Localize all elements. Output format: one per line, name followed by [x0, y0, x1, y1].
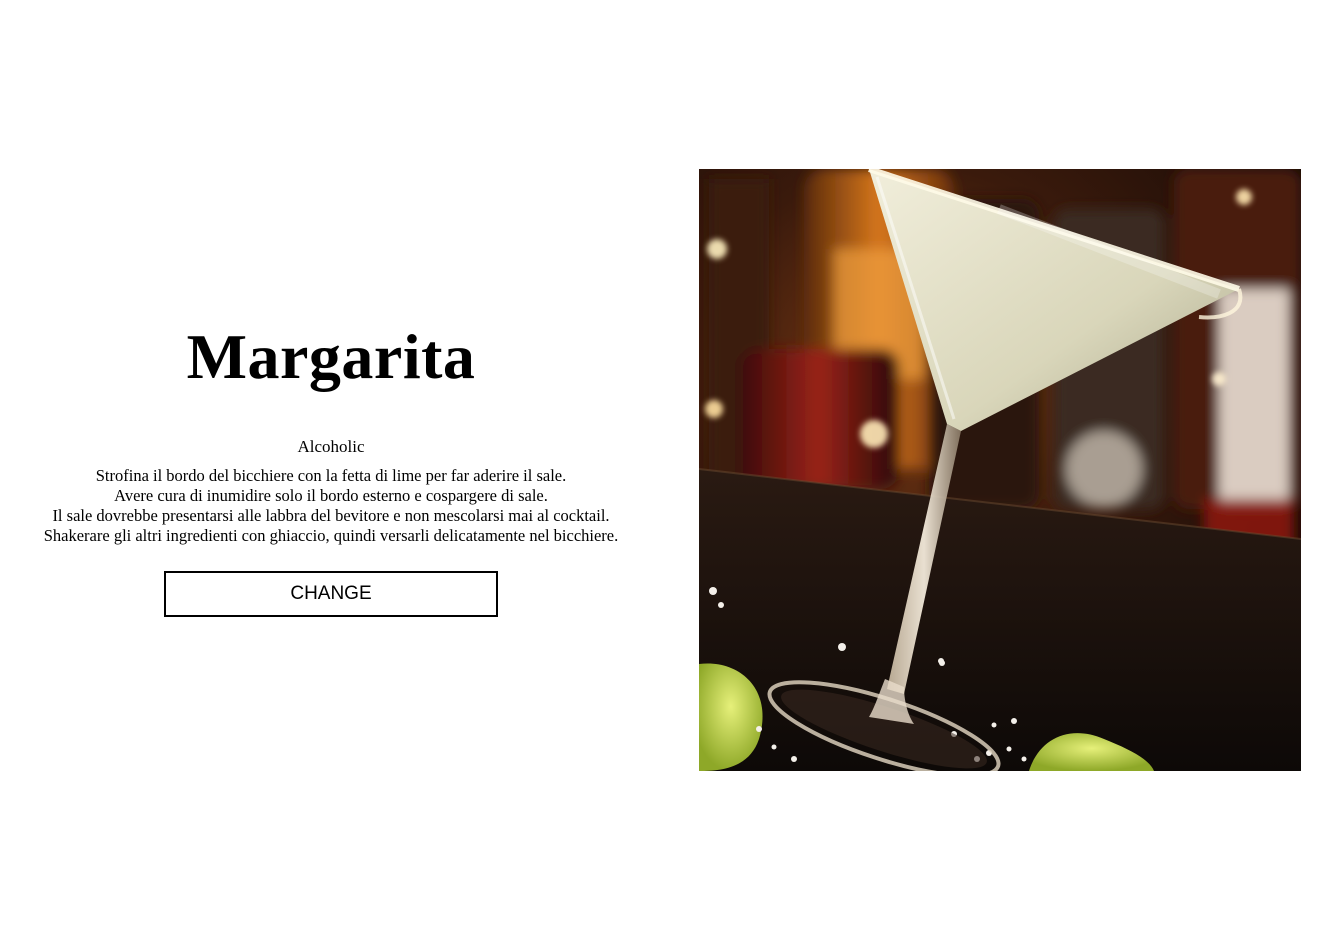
instruction-line: Avere cura di inumidire solo il bordo es… [114, 486, 548, 505]
change-button[interactable]: CHANGE [164, 571, 498, 617]
instruction-line: Il sale dovrebbe presentarsi alle labbra… [52, 506, 610, 525]
drink-title: Margarita [186, 321, 476, 392]
cocktail-glass-photo [699, 169, 1301, 771]
drink-photo [699, 169, 1301, 771]
cocktail-page: Margarita Alcoholic Strofina il bordo de… [0, 0, 1330, 940]
drink-info-panel: Margarita Alcoholic Strofina il bordo de… [0, 300, 662, 617]
drink-instructions: Strofina il bordo del bicchiere con la f… [16, 466, 646, 546]
instruction-line: Shakerare gli altri ingredienti con ghia… [43, 526, 619, 545]
instruction-line: Strofina il bordo del bicchiere con la f… [95, 466, 567, 485]
drink-category: Alcoholic [297, 437, 365, 456]
